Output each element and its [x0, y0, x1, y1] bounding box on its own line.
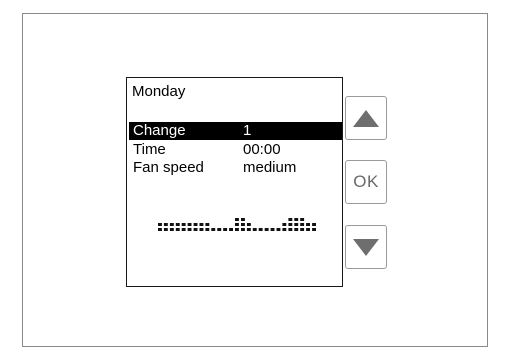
profile-dot	[270, 228, 275, 231]
profile-dot	[300, 228, 305, 231]
profile-dot	[169, 223, 174, 226]
down-button[interactable]	[345, 225, 387, 269]
profile-dot	[175, 223, 180, 226]
profile-dot	[187, 223, 192, 226]
profile-dot	[181, 223, 186, 226]
fan-speed-label: Fan speed	[133, 159, 204, 176]
profile-dot	[294, 228, 299, 231]
profile-dot	[312, 228, 316, 231]
lcd-screen: Monday Change 1 Time 00:00 Fan speed med…	[126, 77, 343, 287]
profile-dot	[282, 223, 287, 226]
down-triangle-icon	[353, 238, 379, 256]
profile-dot	[282, 228, 287, 231]
profile-dot	[300, 218, 305, 221]
profile-dot	[306, 228, 310, 231]
fan-schedule-profile	[158, 218, 316, 231]
time-label: Time	[133, 141, 166, 158]
ok-button[interactable]: OK	[345, 160, 387, 204]
profile-dot	[246, 228, 251, 231]
profile-dot	[300, 223, 305, 226]
profile-dot	[258, 228, 263, 231]
profile-dot	[288, 223, 293, 226]
profile-dot	[252, 228, 257, 231]
profile-dot	[241, 218, 245, 221]
day-title: Monday	[132, 83, 186, 100]
profile-dot	[193, 228, 198, 231]
profile-dot	[169, 228, 174, 231]
profile-dot	[158, 228, 162, 231]
profile-dot	[199, 228, 204, 231]
menu-row-time[interactable]: Time 00:00	[129, 141, 342, 159]
fan-speed-value: medium	[243, 159, 297, 176]
profile-dot	[246, 223, 251, 226]
profile-dot	[312, 223, 316, 226]
profile-dot	[163, 228, 168, 231]
profile-dot	[288, 218, 293, 221]
profile-dot	[181, 228, 186, 231]
profile-dot	[235, 218, 239, 221]
profile-dot	[235, 223, 239, 226]
profile-dot	[241, 223, 245, 226]
profile-dot	[264, 228, 269, 231]
menu-row-change[interactable]: Change 1	[129, 122, 342, 140]
profile-dot	[211, 228, 216, 231]
profile-dot	[294, 218, 299, 221]
profile-dot	[276, 228, 281, 231]
up-button[interactable]	[345, 96, 387, 140]
profile-dot	[205, 223, 210, 226]
time-value: 00:00	[243, 141, 281, 158]
profile-dot	[175, 228, 180, 231]
profile-dot	[235, 228, 239, 231]
change-label: Change	[133, 122, 186, 139]
profile-dot	[187, 228, 192, 231]
profile-dot	[223, 228, 228, 231]
profile-dot	[217, 228, 222, 231]
profile-dot	[199, 223, 204, 226]
profile-dot	[294, 223, 299, 226]
profile-dot	[229, 228, 233, 231]
ok-label: OK	[353, 172, 379, 191]
profile-dot	[306, 223, 310, 226]
profile-dot	[241, 228, 245, 231]
up-triangle-icon	[353, 109, 379, 127]
profile-dot	[158, 223, 162, 226]
menu-row-fan-speed[interactable]: Fan speed medium	[129, 159, 342, 177]
profile-dot	[288, 228, 293, 231]
profile-dot	[193, 223, 198, 226]
profile-dot	[163, 223, 168, 226]
profile-dot	[205, 228, 210, 231]
change-value: 1	[243, 122, 252, 139]
